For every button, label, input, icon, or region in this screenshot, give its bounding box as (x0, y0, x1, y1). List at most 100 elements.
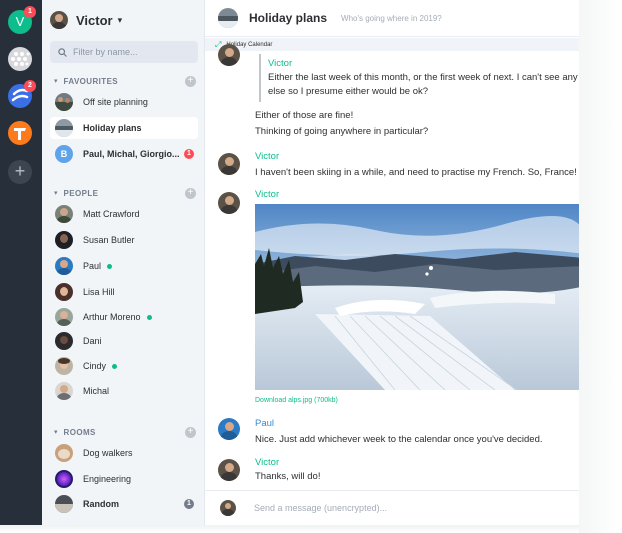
add-icon[interactable]: + (185, 426, 196, 438)
message-sender[interactable]: Victor (255, 189, 279, 200)
avatar (55, 205, 73, 223)
section-rooms[interactable]: ▾ ROOMS + (54, 425, 196, 439)
avatar: B (55, 145, 73, 163)
message-body: Thinking of going anywhere in particular… (255, 126, 429, 137)
notification-badge: 2 (24, 80, 36, 92)
notification-badge: 1 (24, 6, 36, 18)
room-item-dm-group[interactable]: B Paul, Michal, Giorgio... 1 (50, 143, 198, 165)
avatar (55, 495, 73, 513)
person-name: Michal (83, 386, 110, 396)
chevron-down-icon: ▾ (54, 429, 58, 436)
room-name: Holiday plans (83, 123, 142, 133)
avatar[interactable] (218, 153, 240, 175)
room-item-dog-walkers[interactable]: Dog walkers (50, 442, 198, 464)
user-menu[interactable]: Victor ▾ (50, 10, 122, 30)
people-item-dani[interactable]: Dani (50, 330, 198, 352)
background-fade (579, 0, 622, 533)
person-name: Dani (83, 336, 102, 346)
space-blue[interactable]: 2 (8, 80, 36, 108)
quote-text: Either the last week of this month, or t… (268, 72, 579, 83)
people-item-lisa-hill[interactable]: Lisa Hill (50, 281, 198, 303)
message-body: Thanks, will do! (255, 471, 321, 482)
avatar (55, 382, 73, 400)
person-name: Paul (83, 261, 102, 271)
avatar (55, 231, 73, 249)
chevron-down-icon: ▾ (117, 14, 123, 25)
room-avatar[interactable] (218, 8, 238, 28)
section-label: PEOPLE (63, 188, 99, 198)
avatar[interactable] (218, 192, 240, 214)
room-name: Dog walkers (83, 448, 133, 458)
add-space-button[interactable]: + (8, 160, 32, 184)
room-name: Off site planning (83, 97, 148, 107)
alps-photo (255, 204, 579, 390)
person-name: Lisa Hill (83, 287, 115, 297)
message-sender[interactable]: Victor (255, 457, 279, 468)
room-name: Paul, Michal, Giorgio... (83, 149, 180, 159)
download-link[interactable]: Download alps.jpg (700kb) (255, 397, 338, 404)
message-sender[interactable]: Victor (255, 151, 279, 162)
room-list-panel: Victor ▾ Filter by name... ▾ FAVOURITES … (42, 0, 204, 525)
person-name: Arthur Moreno (83, 312, 141, 322)
section-label: FAVOURITES (63, 76, 119, 86)
people-item-matt-crawford[interactable]: Matt Crawford (50, 203, 198, 225)
person-name: Cindy (83, 361, 107, 371)
person-name: Susan Butler (83, 235, 135, 245)
room-name: Random (83, 499, 119, 509)
space-bar: V 1 2 + (0, 0, 42, 525)
section-people[interactable]: ▾ PEOPLE + (54, 186, 196, 200)
room-item-holiday-plans[interactable]: Holiday plans (50, 117, 198, 139)
people-item-michal[interactable]: Michal (50, 380, 198, 402)
room-title[interactable]: Holiday plans (249, 11, 327, 25)
avatar (55, 308, 73, 326)
search-icon (58, 47, 67, 57)
online-indicator (112, 363, 118, 369)
people-item-susan-butler[interactable]: Susan Butler (50, 229, 198, 251)
quote-sender[interactable]: Victor (268, 58, 579, 69)
people-item-arthur-moreno[interactable]: Arthur Moreno (50, 306, 198, 328)
filter-placeholder: Filter by name... (73, 47, 138, 57)
message-body: I haven't been skiing in a while, and ne… (255, 167, 577, 178)
message-input[interactable]: Send a message (unencrypted)... (254, 503, 387, 513)
room-item-off-site-planning[interactable]: Off site planning (50, 91, 198, 113)
widget-bar[interactable]: ⤢ Holiday Calendar (205, 38, 579, 51)
reply-quote[interactable]: Victor Either the last week of this mont… (259, 54, 579, 102)
space-personal[interactable]: V 1 (8, 6, 36, 34)
avatar[interactable] (218, 459, 240, 481)
people-item-paul[interactable]: Paul (50, 255, 198, 277)
image-attachment[interactable] (255, 204, 579, 390)
section-label: ROOMS (63, 427, 96, 437)
message-body: Nice. Just add whichever week to the cal… (255, 434, 543, 445)
avatar (55, 470, 73, 488)
avatar (55, 444, 73, 462)
add-icon[interactable]: + (185, 75, 196, 87)
filter-input[interactable]: Filter by name... (50, 41, 198, 63)
t-logo-icon (14, 128, 26, 140)
unread-badge: 1 (184, 149, 194, 159)
people-item-cindy[interactable]: Cindy (50, 355, 198, 377)
section-favourites[interactable]: ▾ FAVOURITES + (54, 74, 196, 88)
avatar (50, 11, 68, 29)
dots-logo-icon (11, 52, 30, 66)
person-name: Matt Crawford (83, 209, 140, 219)
avatar (55, 283, 73, 301)
online-indicator (146, 314, 152, 320)
chevron-down-icon: ▾ (54, 190, 58, 197)
avatar[interactable] (218, 418, 240, 440)
room-view: Holiday plans Who's going where in 2019?… (204, 0, 579, 525)
add-icon[interactable]: + (185, 187, 196, 199)
avatar (55, 257, 73, 275)
background-fade (0, 525, 579, 533)
space-dots[interactable] (8, 47, 32, 71)
room-item-random[interactable]: Random 1 (50, 493, 198, 515)
room-header: Holiday plans Who's going where in 2019? (205, 0, 579, 37)
avatar (55, 357, 73, 375)
room-item-engineering[interactable]: Engineering (50, 468, 198, 490)
avatar (55, 332, 73, 350)
space-orange[interactable] (8, 121, 32, 145)
avatar[interactable] (218, 44, 240, 66)
chevron-down-icon: ▾ (54, 78, 58, 85)
message-composer[interactable]: Send a message (unencrypted)... (205, 490, 579, 525)
avatar (55, 93, 73, 111)
message-sender[interactable]: Paul (255, 418, 274, 429)
